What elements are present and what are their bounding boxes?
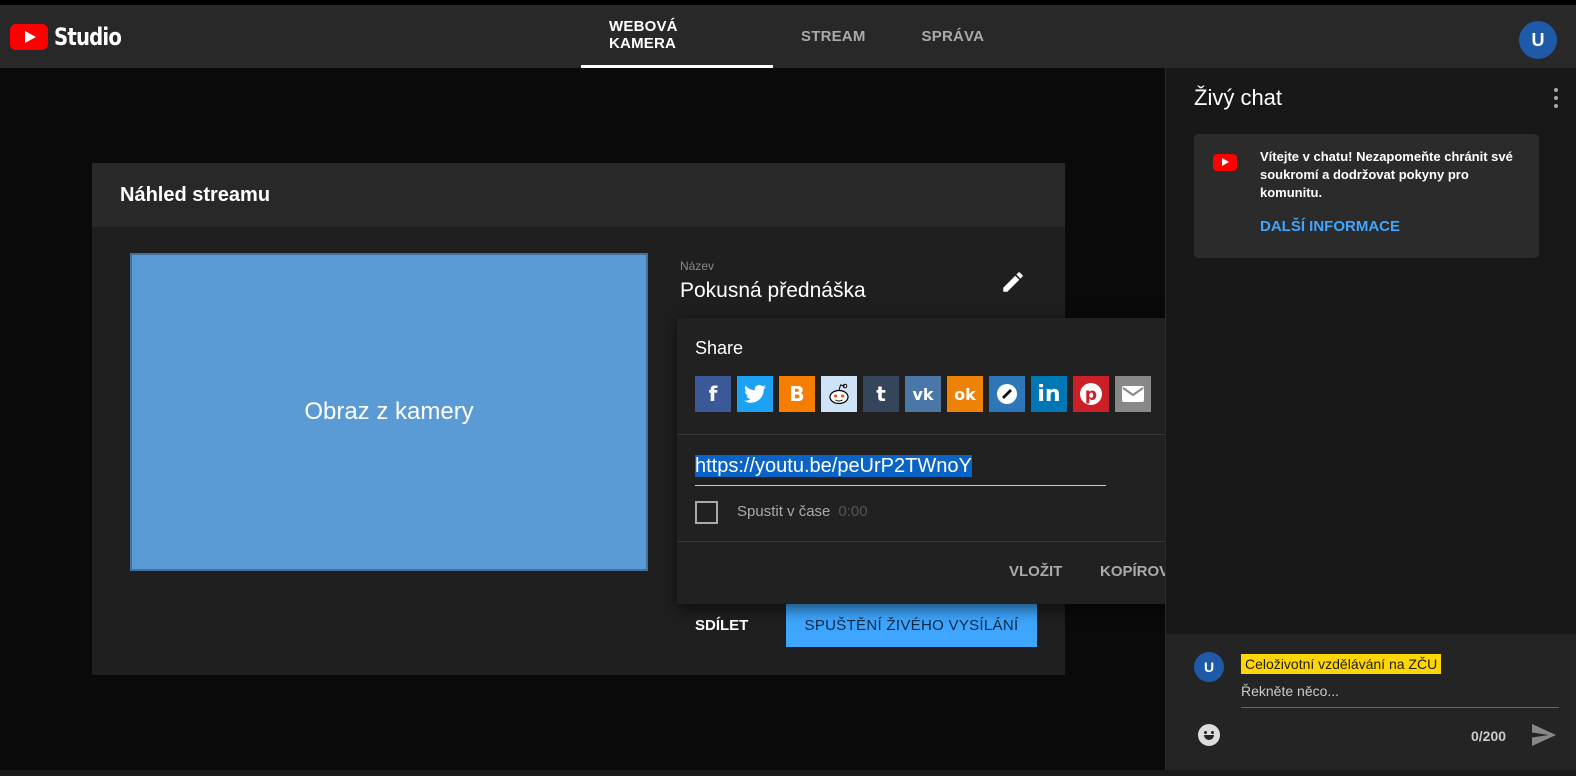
share-icons-row: f B t vk ok in p bbox=[695, 376, 1151, 412]
top-bar: Studio WEBOVÁ KAMERA STREAM SPRÁVA U bbox=[0, 5, 1576, 68]
pinterest-icon[interactable]: p bbox=[1073, 376, 1109, 412]
share-divider-bottom bbox=[677, 541, 1218, 542]
main-tabs: WEBOVÁ KAMERA STREAM SPRÁVA bbox=[581, 5, 1012, 68]
stream-title: Pokusná přednáška bbox=[680, 279, 866, 302]
share-button[interactable]: SDÍLET bbox=[695, 617, 748, 634]
emoji-icon[interactable] bbox=[1198, 724, 1220, 746]
youtube-play-icon bbox=[10, 24, 48, 50]
logo-text: Studio bbox=[54, 23, 122, 51]
pencil-icon[interactable] bbox=[1000, 269, 1026, 295]
chat-message-input[interactable]: Řekněte něco... bbox=[1241, 683, 1559, 708]
myspace-icon[interactable] bbox=[989, 376, 1025, 412]
tab-manage[interactable]: SPRÁVA bbox=[894, 5, 1013, 68]
learn-more-link[interactable]: DALŠÍ INFORMACE bbox=[1260, 218, 1400, 235]
send-icon[interactable] bbox=[1532, 724, 1556, 746]
start-at-time[interactable]: 0:00 bbox=[838, 503, 867, 520]
share-url-field[interactable]: https://youtu.be/peUrP2TWnoY bbox=[695, 455, 1106, 486]
share-dialog: Share f B t vk ok in p https://youtu.be/… bbox=[677, 318, 1218, 604]
share-title: Share bbox=[695, 338, 744, 358]
tab-webcam[interactable]: WEBOVÁ KAMERA bbox=[581, 5, 773, 68]
chat-welcome-message: Vítejte v chatu! Nezapomeňte chránit své… bbox=[1194, 134, 1539, 258]
character-counter: 0/200 bbox=[1471, 728, 1507, 744]
live-chat-panel: Živý chat Vítejte v chatu! Nezapomeňte c… bbox=[1165, 68, 1576, 770]
channel-name-badge: Celoživotní vzdělávání na ZČU bbox=[1241, 654, 1442, 674]
youtube-icon bbox=[1213, 154, 1237, 171]
studio-logo[interactable]: Studio bbox=[10, 23, 136, 51]
welcome-text: Vítejte v chatu! Nezapomeňte chránit své… bbox=[1260, 149, 1513, 200]
blogger-icon[interactable]: B bbox=[779, 376, 815, 412]
go-live-button[interactable]: SPUŠTĚNÍ ŽIVÉHO VYSÍLÁNÍ bbox=[786, 604, 1037, 647]
twitter-icon[interactable] bbox=[737, 376, 773, 412]
camera-preview: Obraz z kamery bbox=[130, 253, 648, 571]
bottom-strip bbox=[0, 770, 1576, 776]
share-divider-top bbox=[677, 434, 1218, 435]
linkedin-icon[interactable]: in bbox=[1031, 376, 1067, 412]
tumblr-icon[interactable]: t bbox=[863, 376, 899, 412]
start-at-checkbox[interactable] bbox=[695, 501, 718, 524]
user-avatar: U bbox=[1194, 652, 1224, 682]
start-at-label: Spustit v čase 0:00 bbox=[737, 503, 868, 520]
reddit-icon[interactable] bbox=[821, 376, 857, 412]
chat-header: Živý chat bbox=[1166, 68, 1576, 128]
chat-input-area: U Celoživotní vzdělávání na ZČU Řekněte … bbox=[1166, 634, 1576, 770]
more-options-icon[interactable] bbox=[1554, 88, 1560, 108]
chat-title: Živý chat bbox=[1194, 85, 1283, 110]
account-avatar[interactable]: U bbox=[1519, 21, 1557, 59]
odnoklassniki-icon[interactable]: ok bbox=[947, 376, 983, 412]
camera-placeholder-text: Obraz z kamery bbox=[304, 398, 474, 425]
facebook-icon[interactable]: f bbox=[695, 376, 731, 412]
embed-button[interactable]: VLOŽIT bbox=[1009, 563, 1062, 580]
vk-icon[interactable]: vk bbox=[905, 376, 941, 412]
title-label: Název bbox=[680, 259, 715, 273]
email-icon[interactable] bbox=[1115, 376, 1151, 412]
svg-text:p: p bbox=[1085, 385, 1097, 405]
tab-stream[interactable]: STREAM bbox=[773, 5, 894, 68]
preview-heading: Náhled streamu bbox=[92, 163, 1065, 227]
